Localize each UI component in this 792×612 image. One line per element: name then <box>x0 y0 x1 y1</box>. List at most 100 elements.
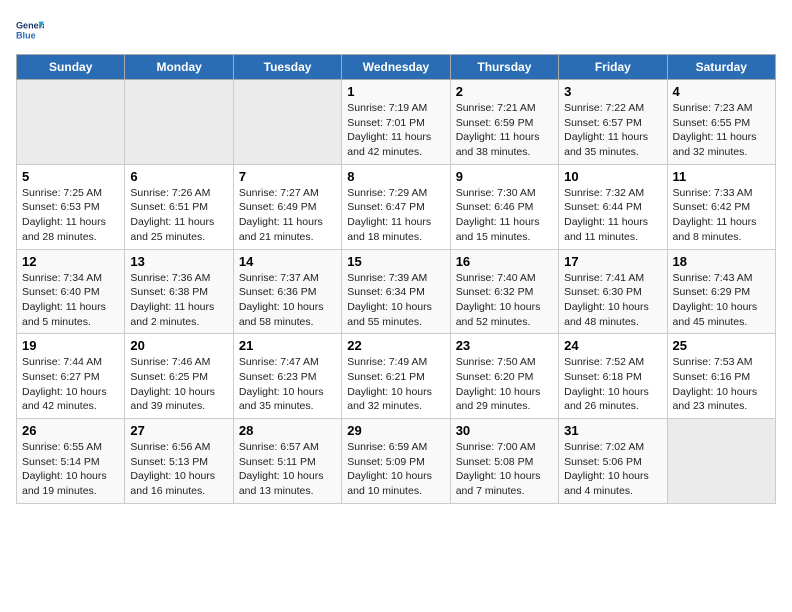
calendar-cell: 28 Sunrise: 6:57 AM Sunset: 5:11 PM Dayli… <box>233 419 341 504</box>
day-number: 31 <box>564 423 661 438</box>
day-number: 17 <box>564 254 661 269</box>
day-content: Sunrise: 7:02 AM Sunset: 5:06 PM Dayligh… <box>564 440 661 499</box>
calendar-week-5: 26Sunrise: 6:55 AM Sunset: 5:14 PM Dayli… <box>17 419 776 504</box>
day-content: Sunrise: 6:57 AM Sunset: 5:11 PM Dayligh… <box>239 440 336 499</box>
day-number: 18 <box>673 254 770 269</box>
calendar-cell: 23 Sunrise: 7:50 AM Sunset: 6:20 PM Dayli… <box>450 334 558 419</box>
day-number: 22 <box>347 338 444 353</box>
day-content: Sunrise: 7:21 AM Sunset: 6:59 PM Dayligh… <box>456 101 553 160</box>
day-number: 15 <box>347 254 444 269</box>
calendar-week-4: 19 Sunrise: 7:44 AM Sunset: 6:27 PM Dayli… <box>17 334 776 419</box>
calendar-cell: 17 Sunrise: 7:41 AM Sunset: 6:30 PM Dayli… <box>559 249 667 334</box>
calendar-cell: 26Sunrise: 6:55 AM Sunset: 5:14 PM Dayli… <box>17 419 125 504</box>
day-number: 25 <box>673 338 770 353</box>
calendar-cell: 5Sunrise: 7:25 AM Sunset: 6:53 PM Daylig… <box>17 164 125 249</box>
calendar-week-1: 1 Sunrise: 7:19 AM Sunset: 7:01 PM Daylig… <box>17 80 776 165</box>
day-content: Sunrise: 7:49 AM Sunset: 6:21 PM Dayligh… <box>347 355 444 414</box>
calendar-cell: 10Sunrise: 7:32 AM Sunset: 6:44 PM Dayli… <box>559 164 667 249</box>
day-content: Sunrise: 7:22 AM Sunset: 6:57 PM Dayligh… <box>564 101 661 160</box>
calendar-cell <box>17 80 125 165</box>
calendar-cell: 12Sunrise: 7:34 AM Sunset: 6:40 PM Dayli… <box>17 249 125 334</box>
calendar-table: SundayMondayTuesdayWednesdayThursdayFrid… <box>16 54 776 504</box>
weekday-header-saturday: Saturday <box>667 55 775 80</box>
calendar-cell: 6 Sunrise: 7:26 AM Sunset: 6:51 PM Daylig… <box>125 164 233 249</box>
weekday-header-sunday: Sunday <box>17 55 125 80</box>
day-content: Sunrise: 7:00 AM Sunset: 5:08 PM Dayligh… <box>456 440 553 499</box>
day-content: Sunrise: 7:19 AM Sunset: 7:01 PM Dayligh… <box>347 101 444 160</box>
calendar-cell: 25 Sunrise: 7:53 AM Sunset: 6:16 PM Dayli… <box>667 334 775 419</box>
day-content: Sunrise: 7:37 AM Sunset: 6:36 PM Dayligh… <box>239 271 336 330</box>
day-number: 1 <box>347 84 444 99</box>
day-content: Sunrise: 7:30 AM Sunset: 6:46 PM Dayligh… <box>456 186 553 245</box>
day-number: 4 <box>673 84 770 99</box>
day-number: 6 <box>130 169 227 184</box>
day-content: Sunrise: 7:33 AM Sunset: 6:42 PM Dayligh… <box>673 186 770 245</box>
calendar-cell: 1 Sunrise: 7:19 AM Sunset: 7:01 PM Daylig… <box>342 80 450 165</box>
day-number: 2 <box>456 84 553 99</box>
day-number: 19 <box>22 338 119 353</box>
calendar-cell: 31 Sunrise: 7:02 AM Sunset: 5:06 PM Dayli… <box>559 419 667 504</box>
day-number: 3 <box>564 84 661 99</box>
day-number: 7 <box>239 169 336 184</box>
general-blue-icon: General Blue <box>16 16 44 44</box>
weekday-header-tuesday: Tuesday <box>233 55 341 80</box>
calendar-cell: 2 Sunrise: 7:21 AM Sunset: 6:59 PM Daylig… <box>450 80 558 165</box>
header-row: SundayMondayTuesdayWednesdayThursdayFrid… <box>17 55 776 80</box>
day-number: 13 <box>130 254 227 269</box>
calendar-cell: 16Sunrise: 7:40 AM Sunset: 6:32 PM Dayli… <box>450 249 558 334</box>
calendar-cell: 29 Sunrise: 6:59 AM Sunset: 5:09 PM Dayli… <box>342 419 450 504</box>
calendar-header: SundayMondayTuesdayWednesdayThursdayFrid… <box>17 55 776 80</box>
day-number: 30 <box>456 423 553 438</box>
calendar-cell <box>125 80 233 165</box>
calendar-cell: 4Sunrise: 7:23 AM Sunset: 6:55 PM Daylig… <box>667 80 775 165</box>
day-content: Sunrise: 7:50 AM Sunset: 6:20 PM Dayligh… <box>456 355 553 414</box>
calendar-cell: 18 Sunrise: 7:43 AM Sunset: 6:29 PM Dayli… <box>667 249 775 334</box>
weekday-header-thursday: Thursday <box>450 55 558 80</box>
day-content: Sunrise: 7:53 AM Sunset: 6:16 PM Dayligh… <box>673 355 770 414</box>
day-content: Sunrise: 7:43 AM Sunset: 6:29 PM Dayligh… <box>673 271 770 330</box>
day-number: 8 <box>347 169 444 184</box>
day-number: 21 <box>239 338 336 353</box>
calendar-cell: 7 Sunrise: 7:27 AM Sunset: 6:49 PM Daylig… <box>233 164 341 249</box>
day-content: Sunrise: 6:59 AM Sunset: 5:09 PM Dayligh… <box>347 440 444 499</box>
calendar-cell: 3 Sunrise: 7:22 AM Sunset: 6:57 PM Daylig… <box>559 80 667 165</box>
day-number: 11 <box>673 169 770 184</box>
day-content: Sunrise: 7:41 AM Sunset: 6:30 PM Dayligh… <box>564 271 661 330</box>
day-number: 27 <box>130 423 227 438</box>
calendar-body: 1 Sunrise: 7:19 AM Sunset: 7:01 PM Daylig… <box>17 80 776 504</box>
day-content: Sunrise: 7:47 AM Sunset: 6:23 PM Dayligh… <box>239 355 336 414</box>
day-content: Sunrise: 7:44 AM Sunset: 6:27 PM Dayligh… <box>22 355 119 414</box>
day-content: Sunrise: 7:40 AM Sunset: 6:32 PM Dayligh… <box>456 271 553 330</box>
logo: General Blue <box>16 16 48 44</box>
calendar-cell: 9 Sunrise: 7:30 AM Sunset: 6:46 PM Daylig… <box>450 164 558 249</box>
calendar-cell <box>233 80 341 165</box>
day-number: 23 <box>456 338 553 353</box>
weekday-header-wednesday: Wednesday <box>342 55 450 80</box>
calendar-cell: 22 Sunrise: 7:49 AM Sunset: 6:21 PM Dayli… <box>342 334 450 419</box>
calendar-cell: 15Sunrise: 7:39 AM Sunset: 6:34 PM Dayli… <box>342 249 450 334</box>
svg-text:Blue: Blue <box>16 30 36 40</box>
day-number: 20 <box>130 338 227 353</box>
day-content: Sunrise: 7:46 AM Sunset: 6:25 PM Dayligh… <box>130 355 227 414</box>
day-content: Sunrise: 7:26 AM Sunset: 6:51 PM Dayligh… <box>130 186 227 245</box>
weekday-header-friday: Friday <box>559 55 667 80</box>
calendar-cell: 19 Sunrise: 7:44 AM Sunset: 6:27 PM Dayli… <box>17 334 125 419</box>
day-content: Sunrise: 7:34 AM Sunset: 6:40 PM Dayligh… <box>22 271 119 330</box>
top-bar: General Blue <box>16 16 776 48</box>
day-content: Sunrise: 7:27 AM Sunset: 6:49 PM Dayligh… <box>239 186 336 245</box>
day-content: Sunrise: 7:36 AM Sunset: 6:38 PM Dayligh… <box>130 271 227 330</box>
day-content: Sunrise: 7:32 AM Sunset: 6:44 PM Dayligh… <box>564 186 661 245</box>
calendar-cell: 11 Sunrise: 7:33 AM Sunset: 6:42 PM Dayli… <box>667 164 775 249</box>
day-number: 29 <box>347 423 444 438</box>
calendar-cell: 21 Sunrise: 7:47 AM Sunset: 6:23 PM Dayli… <box>233 334 341 419</box>
calendar-week-3: 12Sunrise: 7:34 AM Sunset: 6:40 PM Dayli… <box>17 249 776 334</box>
day-number: 24 <box>564 338 661 353</box>
day-content: Sunrise: 6:56 AM Sunset: 5:13 PM Dayligh… <box>130 440 227 499</box>
calendar-cell: 27 Sunrise: 6:56 AM Sunset: 5:13 PM Dayli… <box>125 419 233 504</box>
day-number: 26 <box>22 423 119 438</box>
day-number: 9 <box>456 169 553 184</box>
day-number: 28 <box>239 423 336 438</box>
calendar-cell: 14 Sunrise: 7:37 AM Sunset: 6:36 PM Dayli… <box>233 249 341 334</box>
day-number: 14 <box>239 254 336 269</box>
calendar-cell: 30 Sunrise: 7:00 AM Sunset: 5:08 PM Dayli… <box>450 419 558 504</box>
